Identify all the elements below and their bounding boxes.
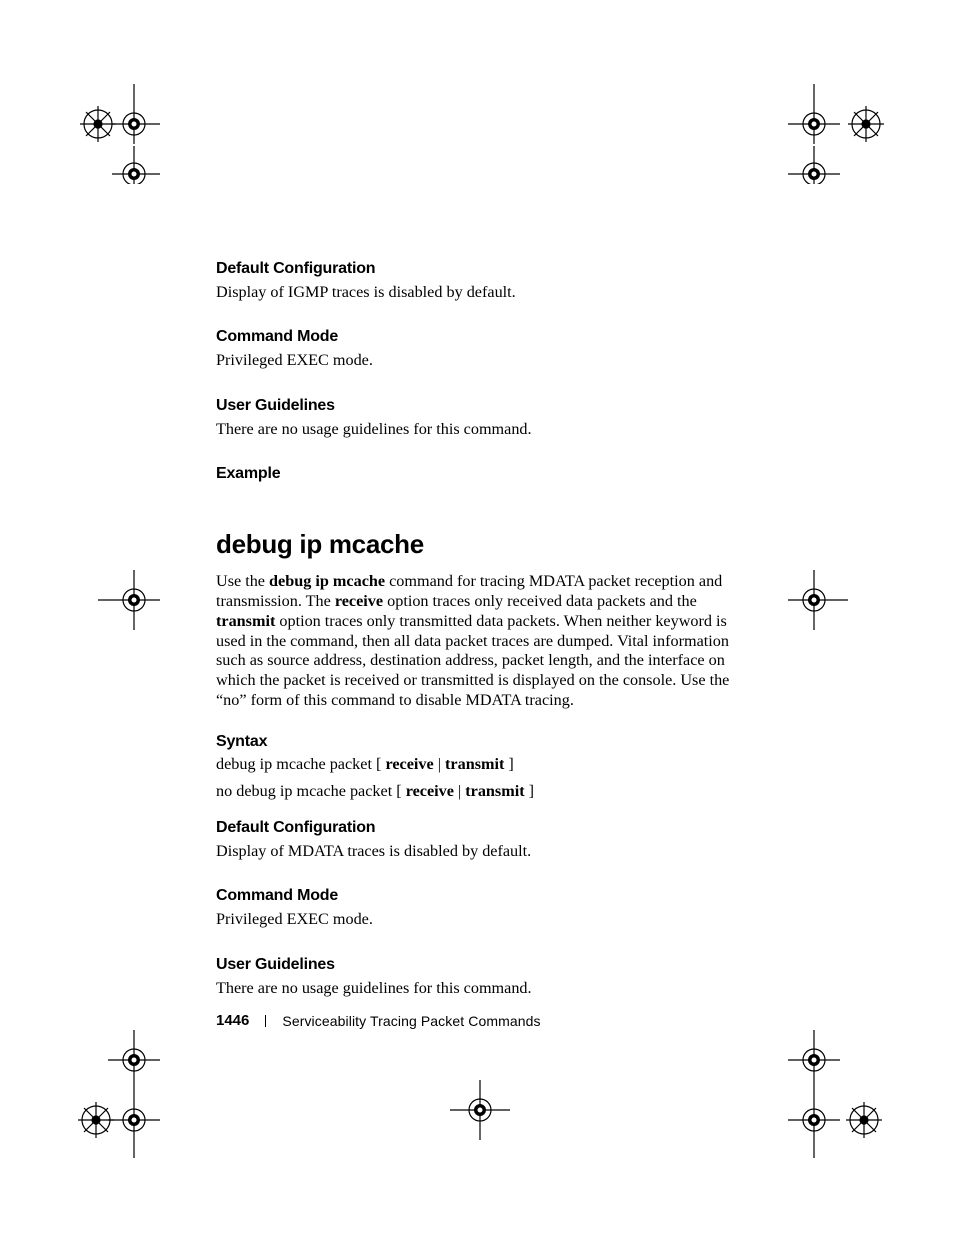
crop-mark-right-mid xyxy=(788,570,888,630)
syntax-text: no debug ip mcache packet xyxy=(216,782,392,800)
heading-command-mode-1: Command Mode xyxy=(216,328,741,346)
heading-default-config-2: Default Configuration xyxy=(216,819,741,837)
syntax-text: [ xyxy=(372,755,385,773)
syntax-block: debug ip mcache packet [ receive | trans… xyxy=(216,755,741,801)
syntax-line-1: debug ip mcache packet [ receive | trans… xyxy=(216,755,741,774)
body-default-config-1: Display of IGMP traces is disabled by de… xyxy=(216,282,741,302)
syntax-line-2: no debug ip mcache packet [ receive | tr… xyxy=(216,782,741,801)
heading-user-guidelines-1: User Guidelines xyxy=(216,397,741,415)
heading-user-guidelines-2: User Guidelines xyxy=(216,956,741,974)
page-footer: 1446 Serviceability Tracing Packet Comma… xyxy=(216,1012,541,1029)
command-title: debug ip mcache xyxy=(216,529,741,560)
body-user-guidelines-2: There are no usage guidelines for this c… xyxy=(216,978,741,998)
intro-text: option traces only transmitted data pack… xyxy=(216,612,729,710)
heading-syntax: Syntax xyxy=(216,733,741,751)
syntax-kw-transmit: transmit xyxy=(465,782,524,800)
heading-command-mode-2: Command Mode xyxy=(216,887,741,905)
syntax-text: debug ip mcache packet xyxy=(216,755,372,773)
heading-example: Example xyxy=(216,465,741,483)
page-content: Default Configuration Display of IGMP tr… xyxy=(216,260,741,1024)
body-command-mode-2: Privileged EXEC mode. xyxy=(216,909,741,929)
syntax-kw-transmit: transmit xyxy=(445,755,504,773)
body-command-mode-1: Privileged EXEC mode. xyxy=(216,350,741,370)
syntax-text: [ xyxy=(392,782,405,800)
footer-divider xyxy=(265,1015,266,1027)
intro-kw-transmit: transmit xyxy=(216,612,275,630)
intro-text: Use the xyxy=(216,572,269,590)
crop-mark-bottom-right xyxy=(770,1030,890,1190)
intro-cmd-name: debug ip mcache xyxy=(269,572,385,590)
footer-section-title: Serviceability Tracing Packet Commands xyxy=(282,1013,540,1029)
page-number: 1446 xyxy=(216,1012,249,1029)
heading-default-config-1: Default Configuration xyxy=(216,260,741,278)
crop-mark-bottom-left xyxy=(68,1030,188,1190)
syntax-text: | xyxy=(434,755,445,773)
syntax-text: | xyxy=(454,782,465,800)
crop-mark-top-right xyxy=(770,84,890,184)
syntax-text: ] xyxy=(525,782,534,800)
body-user-guidelines-1: There are no usage guidelines for this c… xyxy=(216,419,741,439)
crop-mark-left-mid xyxy=(68,570,168,630)
syntax-kw-receive: receive xyxy=(406,782,454,800)
intro-text: option traces only received data packets… xyxy=(383,592,697,610)
body-default-config-2: Display of MDATA traces is disabled by d… xyxy=(216,841,741,861)
syntax-text: ] xyxy=(504,755,513,773)
crop-mark-top-left xyxy=(68,84,168,184)
intro-kw-receive: receive xyxy=(335,592,383,610)
command-intro: Use the debug ip mcache command for trac… xyxy=(216,572,741,711)
crop-mark-bottom-center xyxy=(430,1080,530,1140)
syntax-kw-receive: receive xyxy=(385,755,433,773)
